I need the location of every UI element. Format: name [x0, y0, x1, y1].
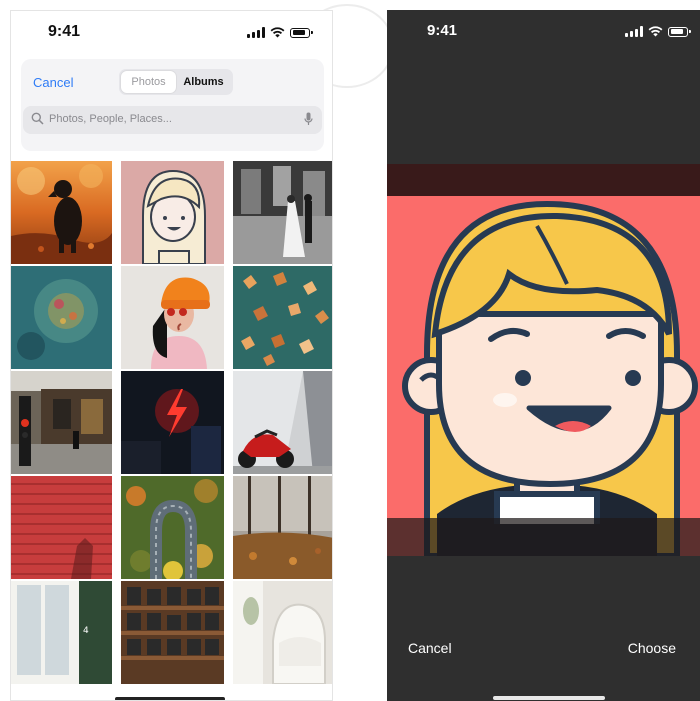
- home-indicator: [115, 697, 225, 700]
- crop-image-area[interactable]: [387, 164, 700, 556]
- cancel-button[interactable]: Cancel: [33, 75, 73, 90]
- photo-dog-in-leaves[interactable]: [11, 161, 112, 264]
- segment-albums[interactable]: Albums: [176, 71, 231, 93]
- photo-street-traffic-light[interactable]: [11, 371, 112, 474]
- crop-toolbar: [387, 556, 700, 701]
- crop-mask-top: [387, 164, 700, 196]
- home-indicator: [493, 696, 605, 700]
- photo-bookshelf[interactable]: [121, 581, 224, 684]
- photo-autumn-park[interactable]: [233, 476, 332, 579]
- search-icon: [31, 112, 44, 125]
- status-time: 9:41: [48, 23, 81, 40]
- status-bar: 9:41: [11, 11, 332, 57]
- photo-red-shutter[interactable]: [11, 476, 112, 579]
- cellular-signal-icon: [625, 26, 643, 37]
- photo-wedding-couple[interactable]: [233, 161, 332, 264]
- microphone-icon[interactable]: [304, 112, 313, 126]
- photo-girl-avatar[interactable]: [121, 161, 224, 264]
- battery-icon: [290, 27, 313, 38]
- girl-avatar-illustration: [387, 164, 700, 556]
- search-placeholder: Photos, People, Places...: [49, 113, 172, 125]
- photo-window-door[interactable]: 4: [11, 581, 112, 684]
- photo-white-chair[interactable]: [233, 581, 332, 684]
- photo-grid: 4: [11, 161, 332, 684]
- battery-icon: [668, 26, 691, 37]
- wifi-icon: [648, 26, 663, 37]
- photo-autumn-leaves[interactable]: [233, 266, 332, 369]
- choose-button[interactable]: Choose: [628, 640, 676, 656]
- photo-woman-orange-beanie[interactable]: [121, 266, 224, 369]
- photo-neon-lightning[interactable]: [121, 371, 224, 474]
- wifi-icon: [270, 27, 285, 38]
- photo-picker-screen: 9:41 Cancel Photos Albums Photos, People…: [10, 10, 333, 701]
- search-field[interactable]: Photos, People, Places...: [23, 106, 322, 134]
- crop-photo-screen: 9:41 Cancel Choose: [387, 10, 700, 701]
- status-bar: [625, 26, 691, 37]
- photo-aerial-winding-road[interactable]: [121, 476, 224, 579]
- segment-photos[interactable]: Photos: [121, 71, 176, 93]
- photo-red-motorcycle[interactable]: [233, 371, 332, 474]
- cancel-button[interactable]: Cancel: [408, 640, 452, 656]
- photos-albums-segmented-control: Photos Albums: [119, 69, 233, 95]
- photo-bokeh-blur[interactable]: [11, 266, 112, 369]
- cellular-signal-icon: [247, 27, 265, 38]
- crop-mask-bottom: [387, 518, 700, 556]
- picker-header: Cancel Photos Albums Photos, People, Pla…: [21, 59, 324, 151]
- status-time: 9:41: [427, 22, 458, 39]
- svg-text:4: 4: [83, 626, 89, 636]
